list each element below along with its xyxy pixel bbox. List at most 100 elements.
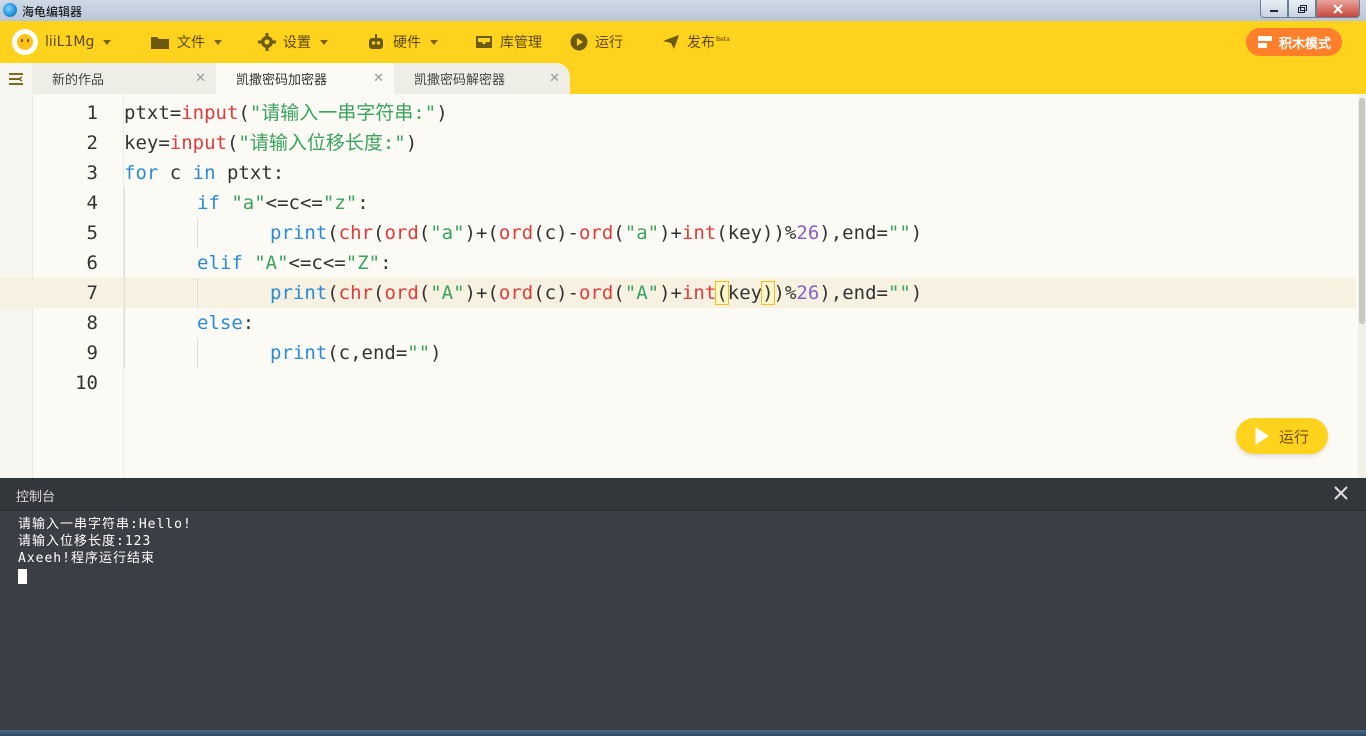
smiley-icon bbox=[17, 34, 33, 50]
line-number: 3 bbox=[86, 162, 98, 184]
code-text: if "a"<=c<="z": bbox=[197, 192, 369, 214]
console-title: 控制台 bbox=[16, 490, 56, 505]
chevron-down-icon bbox=[214, 39, 222, 45]
tab-label: 凯撒密码解密器 bbox=[414, 73, 506, 88]
main-toolbar: liiL1Mg 文件 设置 硬件 库管理 运行 发布Beta 积木模式 bbox=[0, 21, 1366, 63]
minimize-icon bbox=[1270, 9, 1278, 12]
inbox-icon bbox=[476, 36, 492, 48]
avatar bbox=[12, 29, 38, 55]
chevron-down-icon bbox=[430, 39, 438, 45]
minimize-button[interactable] bbox=[1260, 0, 1288, 18]
indent-guide bbox=[197, 338, 198, 368]
close-icon[interactable]: ✕ bbox=[549, 71, 560, 86]
run-button-label: 运行 bbox=[1278, 427, 1309, 446]
publish-button[interactable]: 发布Beta bbox=[662, 21, 730, 63]
restore-button[interactable] bbox=[1288, 0, 1316, 18]
blocks-icon bbox=[1257, 36, 1272, 48]
run-menu-label: 运行 bbox=[595, 35, 623, 51]
library-manager-label: 库管理 bbox=[500, 35, 542, 51]
code-line[interactable]: 5 print(chr(ord("a")+(ord(c)-ord("a")+in… bbox=[0, 218, 1356, 248]
code-text: ptxt=input("请输入一串字符串:") bbox=[124, 102, 448, 124]
window-title: 海龟编辑器 bbox=[22, 5, 83, 19]
code-line-current[interactable]: 7 print(chr(ord("A")+(ord(c)-ord("A")+in… bbox=[0, 278, 1356, 308]
run-menu-button[interactable]: 运行 bbox=[570, 21, 623, 63]
user-menu[interactable]: liiL1Mg bbox=[12, 21, 112, 63]
hardware-menu-label: 硬件 bbox=[393, 35, 421, 51]
code-text: else: bbox=[197, 312, 255, 334]
console-panel: 控制台 请输入一串字符串:Hello! 请输入位移长度:123 Axeeh!程序… bbox=[0, 478, 1366, 730]
file-menu[interactable]: 文件 bbox=[150, 21, 222, 63]
console-header: 控制台 bbox=[0, 478, 1366, 511]
console-output[interactable]: 请输入一串字符串:Hello! 请输入位移长度:123 Axeeh!程序运行结束 bbox=[18, 516, 192, 589]
folder-icon bbox=[151, 37, 169, 49]
paper-plane-icon bbox=[663, 35, 679, 49]
chevron-down-icon bbox=[320, 39, 328, 45]
line-number: 8 bbox=[86, 312, 98, 334]
file-menu-label: 文件 bbox=[177, 35, 205, 51]
restore-icon bbox=[1298, 4, 1307, 13]
editor-scrollbar[interactable] bbox=[1358, 94, 1366, 478]
code-line[interactable]: 2 key=input("请输入位移长度:") bbox=[0, 128, 1356, 158]
beta-badge: Beta bbox=[716, 36, 730, 44]
code-text: key=input("请输入位移长度:") bbox=[124, 132, 418, 154]
console-line: Axeeh!程序运行结束 bbox=[18, 551, 155, 566]
library-manager-button[interactable]: 库管理 bbox=[475, 21, 542, 63]
tab-new-work[interactable]: 新的作品 ✕ bbox=[32, 63, 216, 94]
sidebar-toggle-button[interactable] bbox=[0, 63, 32, 94]
code-editor[interactable]: 1 ptxt=input("请输入一串字符串:") 2 key=input("请… bbox=[0, 94, 1366, 478]
blocks-mode-button[interactable]: 积木模式 bbox=[1246, 28, 1342, 56]
line-number: 4 bbox=[86, 192, 98, 214]
close-icon[interactable]: ✕ bbox=[373, 71, 384, 86]
code-line[interactable]: 6 elif "A"<=c<="Z": bbox=[0, 248, 1356, 278]
line-number: 2 bbox=[86, 132, 98, 154]
settings-menu-label: 设置 bbox=[283, 35, 311, 51]
code-line[interactable]: 1 ptxt=input("请输入一串字符串:") bbox=[0, 98, 1356, 128]
code-line[interactable]: 9 print(c,end="") bbox=[0, 338, 1356, 368]
window-titlebar: 海龟编辑器 bbox=[0, 0, 1366, 21]
close-icon bbox=[1333, 3, 1343, 14]
code-line[interactable]: 10 bbox=[0, 368, 1356, 398]
matched-bracket: ( bbox=[715, 281, 729, 305]
console-line: 请输入位移长度:123 bbox=[18, 534, 152, 549]
os-taskbar bbox=[0, 730, 1366, 736]
text-cursor bbox=[18, 569, 27, 584]
code-text: for c in ptxt: bbox=[124, 162, 285, 184]
tab-caesar-decryptor[interactable]: 凯撒密码解密器 ✕ bbox=[394, 63, 570, 94]
hardware-menu[interactable]: 硬件 bbox=[366, 21, 438, 63]
tab-bar: 新的作品 ✕ 凯撒密码加密器 ✕ 凯撒密码解密器 ✕ bbox=[0, 63, 1366, 94]
publish-label: 发布Beta bbox=[687, 35, 730, 51]
line-number: 7 bbox=[86, 282, 98, 304]
tab-caesar-encryptor[interactable]: 凯撒密码加密器 ✕ bbox=[216, 63, 394, 94]
settings-menu[interactable]: 设置 bbox=[258, 21, 328, 63]
robot-icon bbox=[369, 34, 383, 49]
close-icon[interactable]: ✕ bbox=[195, 71, 206, 86]
user-name: liiL1Mg bbox=[45, 34, 95, 50]
close-icon bbox=[1334, 486, 1348, 500]
matched-bracket: ) bbox=[761, 281, 775, 305]
blocks-mode-label: 积木模式 bbox=[1278, 36, 1331, 52]
scrollbar-thumb[interactable] bbox=[1359, 98, 1365, 324]
chevron-down-icon bbox=[103, 39, 112, 45]
code-line[interactable]: 8 else: bbox=[0, 308, 1356, 338]
code-text: print(chr(ord("a")+(ord(c)-ord("a")+int(… bbox=[270, 222, 923, 244]
indent-guide bbox=[124, 188, 125, 368]
line-number: 9 bbox=[86, 342, 98, 364]
app-logo-icon bbox=[3, 3, 17, 17]
tab-label: 新的作品 bbox=[52, 73, 105, 88]
line-number: 5 bbox=[86, 222, 98, 244]
code-line[interactable]: 3 for c in ptxt: bbox=[0, 158, 1356, 188]
run-button[interactable]: 运行 bbox=[1236, 418, 1328, 454]
code-text: print(c,end="") bbox=[270, 342, 442, 364]
indent-guide bbox=[197, 278, 198, 308]
console-close-button[interactable] bbox=[1334, 482, 1348, 504]
window-close-button[interactable] bbox=[1316, 0, 1360, 18]
menu-icon bbox=[9, 72, 23, 85]
line-number: 6 bbox=[86, 252, 98, 274]
console-line: 请输入一串字符串:Hello! bbox=[18, 517, 192, 532]
gear-icon bbox=[258, 33, 276, 51]
play-circle-icon bbox=[570, 33, 588, 51]
code-text: elif "A"<=c<="Z": bbox=[197, 252, 392, 274]
tab-label: 凯撒密码加密器 bbox=[236, 73, 328, 88]
window-controls bbox=[1260, 0, 1360, 18]
code-line[interactable]: 4 if "a"<=c<="z": bbox=[0, 188, 1356, 218]
